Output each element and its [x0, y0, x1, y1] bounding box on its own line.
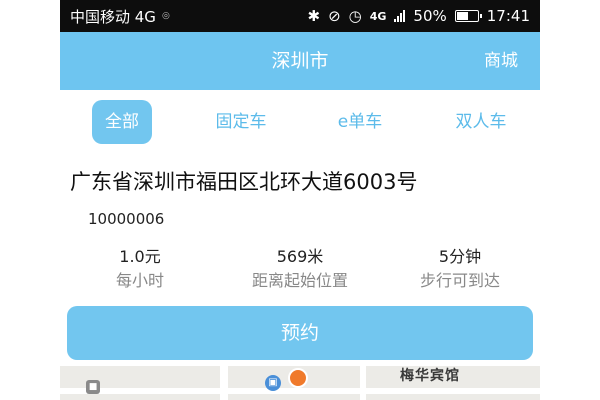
bluetooth-icon: ✱	[307, 7, 321, 25]
tab-e-bike[interactable]: e单车	[332, 100, 388, 144]
battery-percent: 50%	[413, 7, 447, 25]
category-tabs: 全部 固定车 e单车 双人车	[60, 90, 540, 154]
stat-walk-time-value: 5分钟	[438, 247, 482, 266]
tab-tandem[interactable]: 双人车	[448, 100, 514, 144]
bus-stop-icon[interactable]: ▣	[265, 375, 281, 391]
app-header: 深圳市 商城	[60, 32, 540, 90]
stat-walk-time-label: 步行可到达	[419, 271, 500, 290]
mall-link[interactable]: 商城	[484, 32, 518, 90]
clock-time: 17:41	[486, 7, 530, 25]
stat-price-value: 1.0元	[119, 247, 161, 266]
map-road	[60, 388, 540, 394]
reserve-button[interactable]: 预约	[67, 306, 533, 360]
status-bar: 中国移动 4G ◎ ✱ ⊘ ◷ 4G 50% 17:41	[60, 0, 540, 32]
stat-distance-value: 569米	[276, 247, 324, 266]
map-road	[360, 366, 366, 400]
station-stats: 1.0元 每小时 569米 距离起始位置 5分钟 步行可到达	[60, 246, 540, 296]
stat-price-label: 每小时	[115, 271, 164, 290]
station-code: 10000006	[88, 210, 165, 228]
battery-icon	[454, 10, 482, 22]
stat-walk-time: 5分钟 步行可到达	[380, 246, 540, 294]
stat-distance-label: 距离起始位置	[251, 271, 348, 290]
network-type-label: 4G	[369, 9, 387, 23]
city-title[interactable]: 深圳市	[60, 32, 540, 90]
tab-all[interactable]: 全部	[92, 100, 152, 144]
alarm-icon: ◷	[348, 7, 362, 25]
location-pin-icon[interactable]	[288, 368, 308, 388]
wifi-signal-icon: ◎	[161, 11, 170, 21]
map-view[interactable]: ■ ▣ 梅华宾馆	[60, 366, 540, 400]
poi-icon[interactable]: ■	[86, 380, 100, 394]
carrier-label: 中国移动 4G	[70, 7, 156, 26]
stat-price: 1.0元 每小时	[60, 246, 220, 294]
mute-icon: ⊘	[328, 7, 341, 25]
map-road	[220, 366, 228, 400]
stat-distance: 569米 距离起始位置	[220, 246, 380, 294]
map-place-label: 梅华宾馆	[400, 368, 460, 384]
station-address: 广东省深圳市福田区北环大道6003号	[70, 170, 418, 194]
signal-icon	[394, 10, 406, 22]
app-screen: 中国移动 4G ◎ ✱ ⊘ ◷ 4G 50% 17:41 深圳市 商城 全部 固…	[0, 0, 600, 400]
tab-fixed-car[interactable]: 固定车	[208, 100, 274, 144]
